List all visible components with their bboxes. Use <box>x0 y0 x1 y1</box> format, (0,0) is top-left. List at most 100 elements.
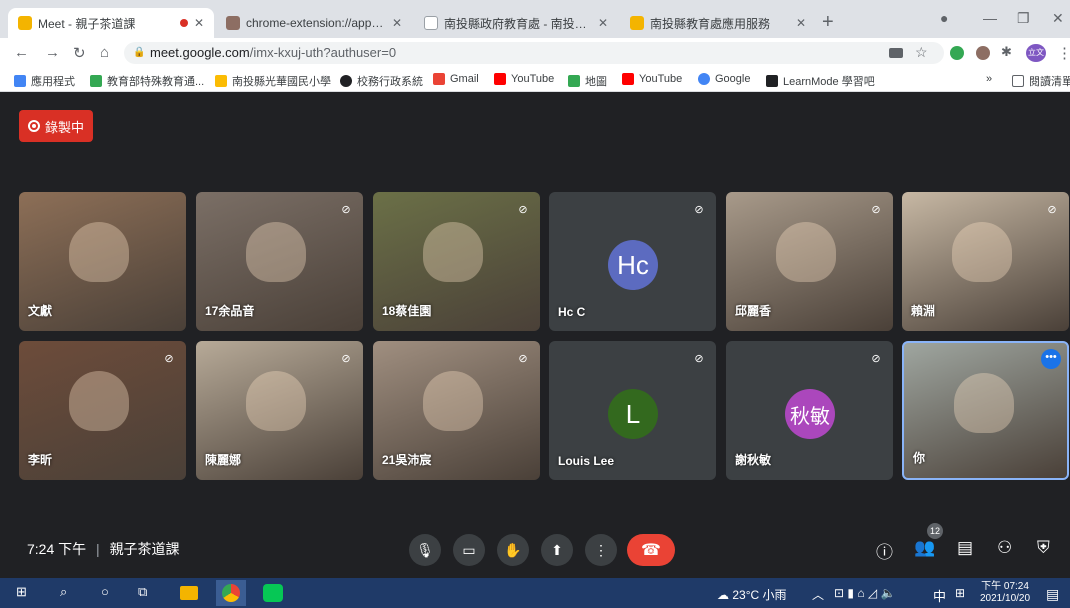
self-video-tile[interactable]: ••• 你 <box>902 341 1069 480</box>
leave-call-button[interactable]: ☎ <box>627 534 675 566</box>
bookmark-learnmode[interactable]: LearnMode 學習吧 <box>766 73 875 89</box>
system-tray-icons[interactable]: ⊡ ▮ ⌂ ◿ 🔈 <box>834 586 895 600</box>
close-tab-icon[interactable]: ✕ <box>392 16 402 30</box>
bookmark-youtube[interactable]: YouTube <box>494 73 554 85</box>
mic-off-icon: ⊘ <box>341 352 351 365</box>
recording-dot-icon <box>179 19 188 27</box>
bookmark-youtube-2[interactable]: YouTube <box>622 73 682 85</box>
tile-options-button[interactable]: ••• <box>1041 349 1061 369</box>
url-host: meet.google.com <box>150 45 250 60</box>
windows-start-icon[interactable]: ⊞ <box>16 584 27 600</box>
address-bar[interactable]: 🔒 meet.google.com/imx-kxuj-uth?authuser=… <box>124 42 944 64</box>
profile-avatar[interactable]: 立文 <box>1026 44 1046 62</box>
ime-mode-icon[interactable]: ⊞ <box>955 586 965 600</box>
participant-avatar: L <box>608 389 658 439</box>
hang-up-icon: ☎ <box>641 542 661 559</box>
mic-off-icon: ⊘ <box>341 203 351 216</box>
url-path: /imx-kxuj-uth?authuser=0 <box>249 45 397 60</box>
mic-off-icon: ⊘ <box>871 203 881 216</box>
chrome-taskbar-icon[interactable] <box>216 580 246 606</box>
extension-favicon-icon <box>226 16 240 30</box>
input-method-indicator[interactable]: 中 <box>933 586 946 605</box>
participant-tile[interactable]: ⊘ 李昕 <box>19 341 186 480</box>
participant-avatar: Hc <box>608 240 658 290</box>
show-hidden-icons[interactable]: ︿ <box>812 586 824 603</box>
close-tab-icon[interactable]: ✕ <box>598 16 608 30</box>
bookmark-apps[interactable]: 應用程式 <box>14 73 75 89</box>
participant-tile[interactable]: ⊘ 18蔡佳園 <box>373 192 540 331</box>
raise-hand-button[interactable]: ✋ <box>497 534 529 566</box>
tab-title: chrome-extension://appcnhief <box>246 16 386 30</box>
microphone-button[interactable]: 🎙 <box>409 534 441 566</box>
forward-icon[interactable]: → <box>45 44 60 61</box>
video-feed <box>954 373 1014 433</box>
people-icon[interactable]: 👥 <box>914 538 935 558</box>
close-tab-icon[interactable]: ✕ <box>796 16 806 30</box>
participant-tile[interactable]: 秋敏 ⊘ 謝秋敏 <box>726 341 893 480</box>
recording-indicator[interactable]: 錄製中 <box>19 110 93 142</box>
mic-off-icon: ⊘ <box>694 203 704 216</box>
participant-tile[interactable]: 文獻 <box>19 192 186 331</box>
weather-widget[interactable]: ☁ 23°C 小雨 <box>717 586 787 603</box>
tab-search-icon[interactable]: ● <box>940 10 948 26</box>
participant-name: 謝秋敏 <box>735 453 772 467</box>
new-tab-button[interactable]: + <box>822 12 834 32</box>
tab-extension[interactable]: chrome-extension://appcnhief ✕ <box>216 8 412 38</box>
reload-icon[interactable]: ↻ <box>73 44 86 62</box>
participant-count-badge: 12 <box>927 523 943 539</box>
restore-button[interactable]: ❐ <box>1017 10 1030 27</box>
bookmark-maps[interactable]: 地圖 <box>568 73 607 89</box>
browser-menu-icon[interactable]: ⋮ <box>1057 44 1070 62</box>
clock-time: 下午 07:24 <box>981 581 1029 592</box>
bookmark-google[interactable]: Google <box>698 73 750 85</box>
extension-sheets-icon[interactable] <box>950 46 964 60</box>
meeting-details-icon[interactable]: ⓘ <box>876 538 893 563</box>
participant-tile[interactable]: ⊘ 陳麗娜 <box>196 341 363 480</box>
bookmark-admin[interactable]: 校務行政系統 <box>340 73 423 89</box>
youtube-icon <box>494 73 506 85</box>
close-window-button[interactable]: ✕ <box>1052 10 1064 27</box>
bookmarks-overflow-icon[interactable]: » <box>986 73 992 85</box>
host-controls-icon[interactable]: ⛨ <box>1037 538 1050 558</box>
file-explorer-icon[interactable] <box>174 580 204 606</box>
activities-icon[interactable]: ⚇ <box>997 538 1012 558</box>
search-icon[interactable]: ⌕ <box>60 584 67 600</box>
camera-indicator-icon[interactable] <box>889 48 903 58</box>
bookmark-school[interactable]: 南投縣光華國民小學 <box>215 73 331 89</box>
tab-title: Meet - 親子茶道課 <box>38 16 136 31</box>
line-app-icon[interactable] <box>258 580 288 606</box>
minimize-button[interactable]: — <box>983 10 997 26</box>
participant-tile[interactable]: ⊘ 21吳沛宸 <box>373 341 540 480</box>
participant-tile[interactable]: ⊘ 賴淵 <box>902 192 1069 331</box>
task-view-icon[interactable]: ⧉ <box>138 584 147 600</box>
participant-tile[interactable]: L ⊘ Louis Lee <box>549 341 716 480</box>
close-tab-icon[interactable]: ✕ <box>194 16 204 30</box>
participant-tile[interactable]: ⊘ 邱麗香 <box>726 192 893 331</box>
present-button[interactable]: ⬆ <box>541 534 573 566</box>
bookmark-gmail[interactable]: Gmail <box>433 73 479 85</box>
extension-icon[interactable] <box>976 46 990 60</box>
tab-meet[interactable]: Meet - 親子茶道課 ✕ <box>8 8 214 38</box>
tab-education-dept[interactable]: 南投縣政府教育處 - 南投縣政府 ✕ <box>414 8 618 38</box>
mic-off-icon: ⊘ <box>164 352 174 365</box>
tab-education-services[interactable]: 南投縣教育處應用服務 ✕ <box>620 8 816 38</box>
reading-list[interactable]: 閱讀清單 <box>1012 73 1070 89</box>
cortana-icon[interactable]: ○ <box>101 584 109 599</box>
clock-date: 2021/10/20 <box>980 593 1031 604</box>
participant-tile[interactable]: Hc ⊘ Hc C <box>549 192 716 331</box>
extensions-puzzle-icon[interactable]: ✱ <box>1001 44 1012 60</box>
chat-icon[interactable]: ▤ <box>957 538 973 558</box>
bookmarks-bar: 應用程式 教育部特殊教育通... 南投縣光華國民小學 校務行政系統 Gmail … <box>0 68 1070 92</box>
cloud-rain-icon: ☁ <box>717 588 729 602</box>
home-icon[interactable]: ⌂ <box>100 44 109 61</box>
participant-tile[interactable]: ⊘ 17余品音 <box>196 192 363 331</box>
camera-button[interactable]: ▭ <box>453 534 485 566</box>
bookmark-special-ed[interactable]: 教育部特殊教育通... <box>90 73 204 89</box>
back-icon[interactable]: ← <box>14 44 29 61</box>
more-options-button[interactable]: ⋮ <box>585 534 617 566</box>
meeting-name: 親子茶道課 <box>109 541 180 557</box>
tab-title: 南投縣政府教育處 - 南投縣政府 <box>444 16 592 31</box>
notification-center-icon[interactable]: ▤ <box>1046 586 1059 603</box>
bookmark-star-icon[interactable]: ☆ <box>915 44 928 61</box>
taskbar-clock[interactable]: 下午 07:24 2021/10/20 <box>980 581 1030 605</box>
